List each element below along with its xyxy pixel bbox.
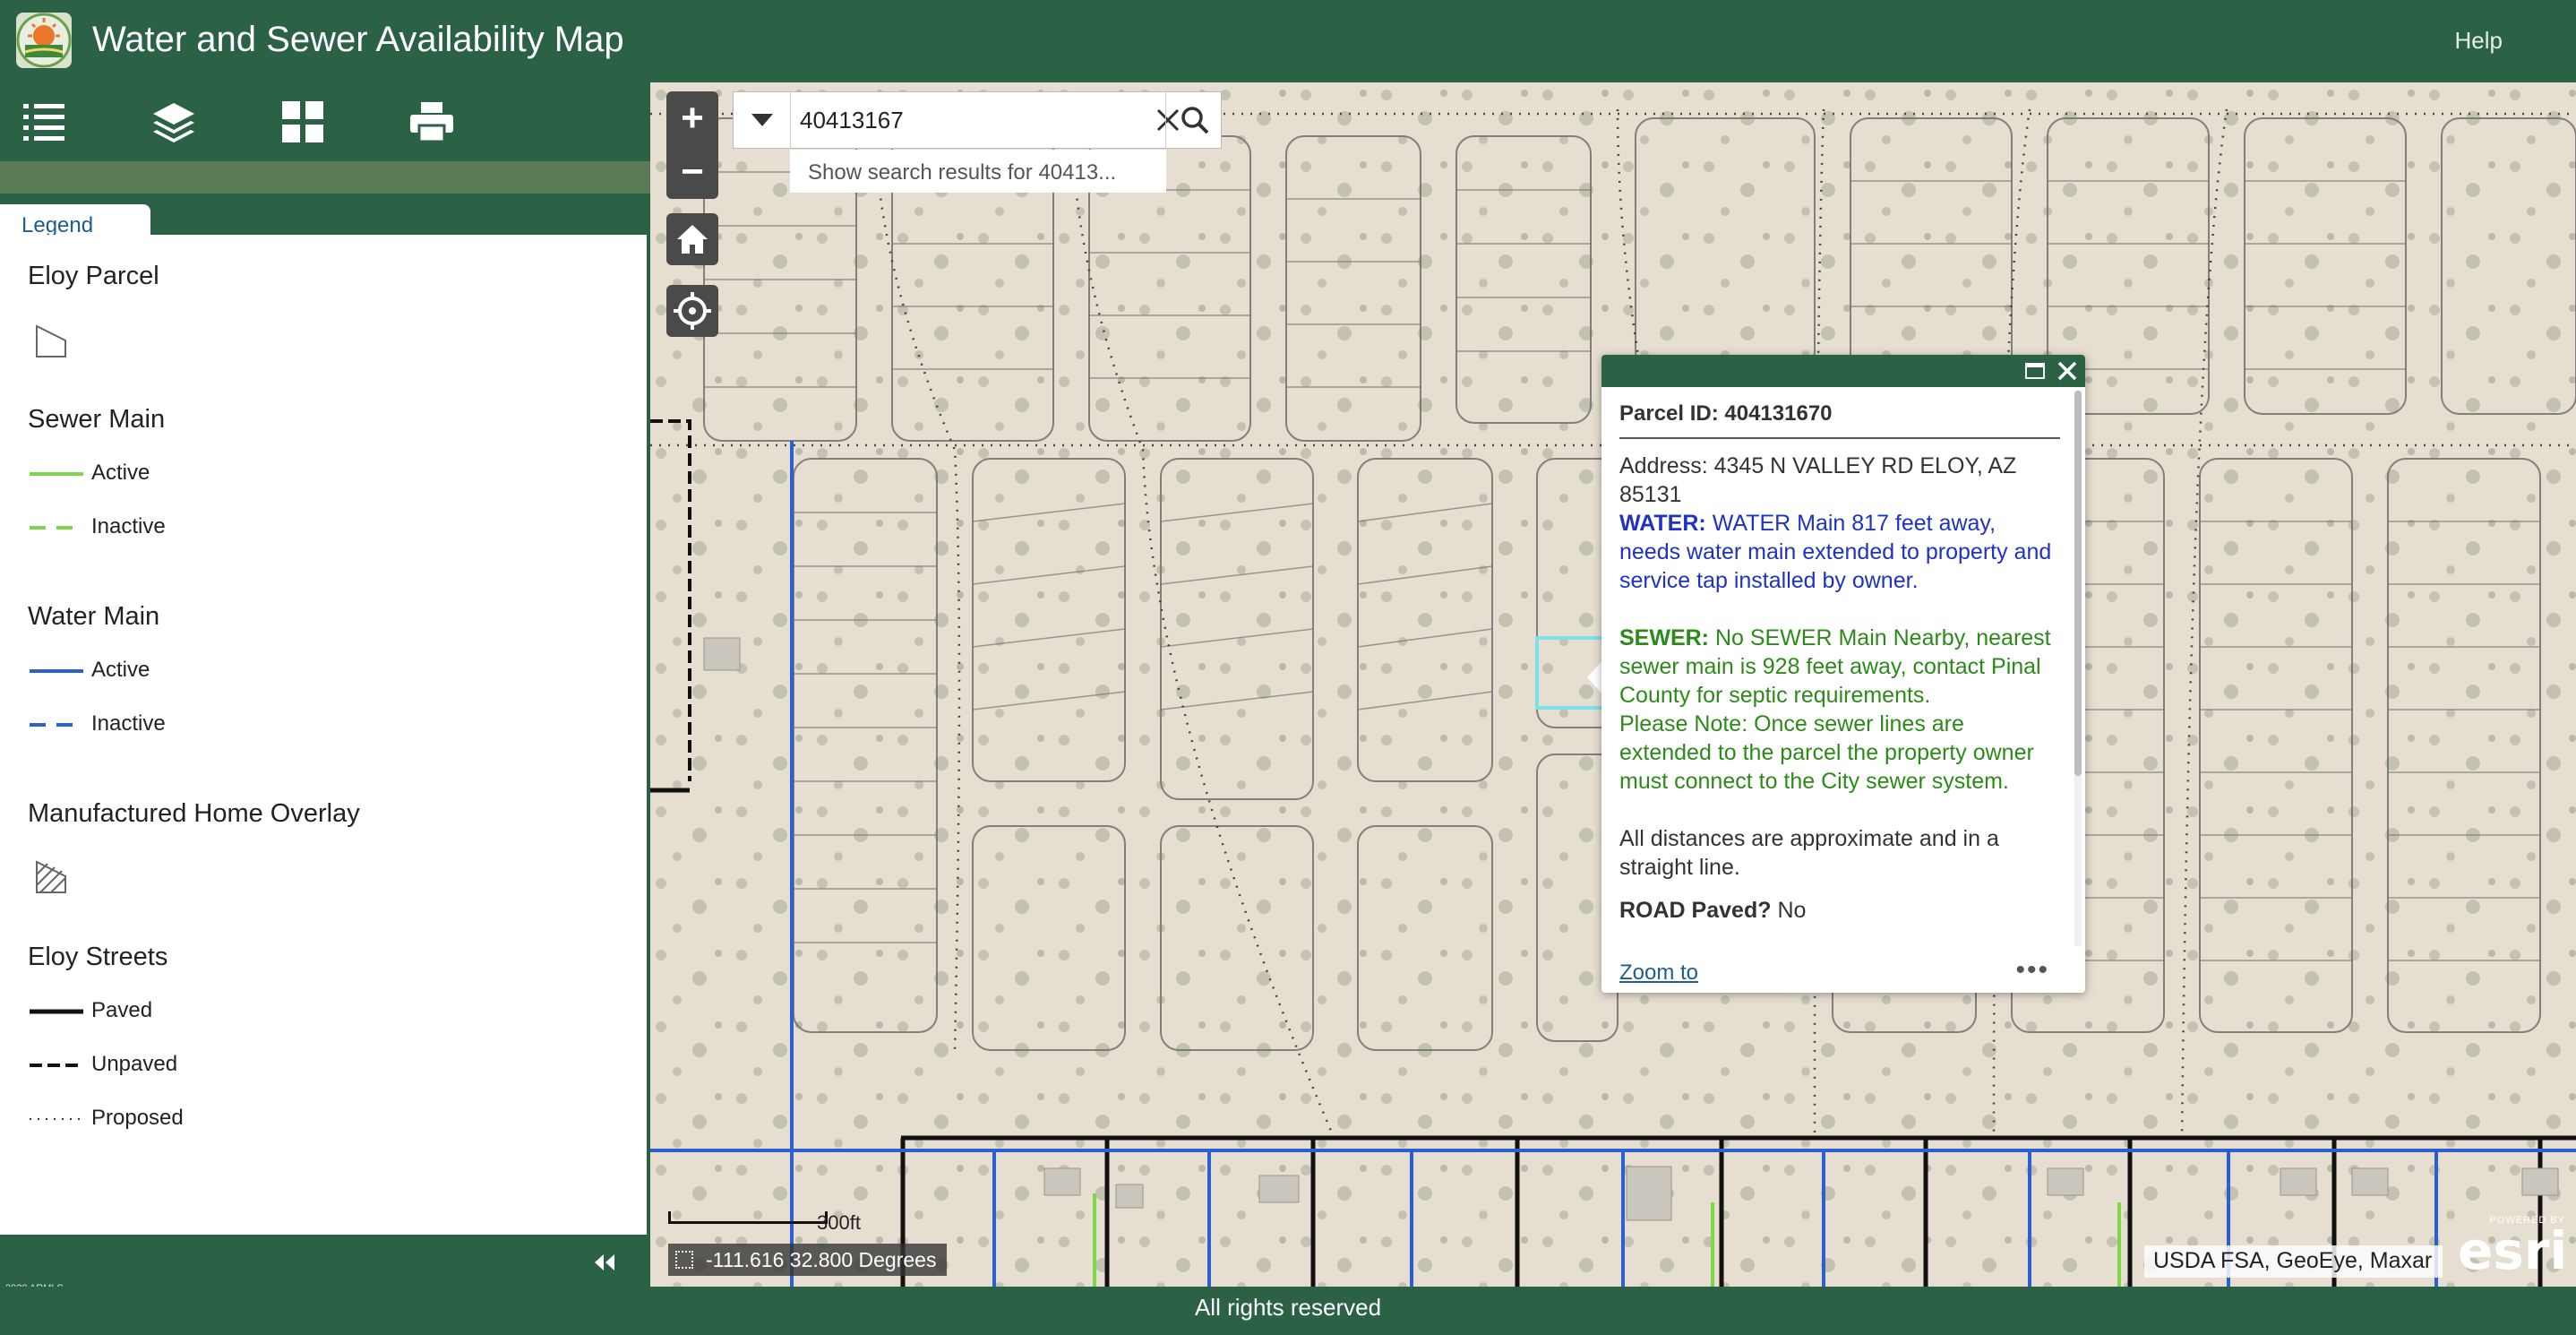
home-icon [677, 225, 708, 254]
coordinate-readout[interactable]: -111.616 32.800 Degrees [668, 1244, 948, 1276]
help-link[interactable]: Help [2455, 27, 2503, 55]
sewer-label: SEWER: [1619, 625, 1709, 650]
app-footer: All rights reserved [0, 1287, 2576, 1335]
distance-note: All distances are approximate and in a s… [1619, 826, 1999, 880]
road-label: ROAD Paved? [1619, 898, 1772, 923]
legend-group-sewer: Sewer Main [28, 405, 166, 434]
street-proposed-swatch-icon [30, 1118, 83, 1120]
zoom-to-link[interactable]: Zoom to [1619, 960, 1698, 986]
locate-button[interactable] [666, 285, 718, 337]
parcel-swatch-icon [36, 324, 66, 357]
search-icon [1181, 107, 1208, 134]
legend-panel: Legend Eloy Parcel Sewer Main Active Ina… [0, 194, 650, 1236]
chevron-down-icon [751, 114, 773, 126]
search-suggestion[interactable]: Show search results for 40413... [790, 150, 1166, 193]
parcel-address: Address: 4345 N VALLEY RD ELOY, AZ 85131 [1619, 453, 2017, 507]
legend-item-water-active: Active [91, 658, 150, 682]
search-source-dropdown[interactable] [734, 92, 791, 148]
street-unpaved-swatch-icon [30, 1064, 83, 1067]
map-attribution: USDA FSA, GeoEye, Maxar [2144, 1245, 2443, 1278]
close-icon[interactable] [2055, 358, 2080, 383]
search-widget [733, 91, 1222, 149]
road-value: No [1777, 898, 1807, 923]
legend-item-sewer-inactive: Inactive [91, 514, 166, 538]
coordinate-text: -111.616 32.800 Degrees [706, 1248, 937, 1271]
water-active-swatch-icon [30, 669, 83, 673]
legend-item-water-inactive: Inactive [91, 711, 166, 736]
legend-list-icon[interactable] [21, 99, 68, 145]
legend-body: Eloy Parcel Sewer Main Active Inactive W… [0, 235, 647, 1235]
zoom-control: + − [666, 91, 718, 199]
popup-header [1601, 355, 2085, 387]
legend-group-streets: Eloy Streets [28, 943, 168, 971]
legend-group-water: Water Main [28, 602, 160, 631]
app-header: Water and Sewer Availability Map Help [0, 0, 2576, 82]
scrollbar-thumb[interactable] [2074, 391, 2082, 776]
popup-scrollbar[interactable] [2074, 391, 2082, 946]
collapse-panel-icon[interactable] [591, 1251, 620, 1276]
city-logo [16, 13, 72, 68]
legend-item-streets-paved: Paved [91, 998, 153, 1022]
road-info: ROAD Paved? No [1619, 896, 2060, 925]
street-paved-swatch-icon [30, 1009, 83, 1014]
toolbar-divider [0, 161, 650, 194]
zoom-out-button[interactable]: − [666, 145, 718, 199]
legend-group-parcel: Eloy Parcel [28, 262, 159, 290]
search-button[interactable] [1165, 92, 1223, 148]
scale-bar [668, 1211, 828, 1224]
locate-icon [674, 292, 711, 330]
legend-item-sewer-active: Active [91, 461, 150, 485]
more-actions-icon[interactable]: ••• [2015, 955, 2049, 986]
parcel-popup: Parcel ID: 404131670 Address: 4345 N VAL… [1601, 355, 2085, 993]
legend-item-streets-proposed: Proposed [91, 1106, 184, 1130]
basemap-grid-icon[interactable] [279, 99, 326, 145]
home-button[interactable] [666, 213, 718, 265]
water-info: WATER: WATER Main 817 feet away, needs w… [1619, 509, 2060, 595]
map-view[interactable]: + − Show search results for 40413... [650, 82, 2576, 1287]
search-input[interactable] [800, 103, 1104, 137]
water-inactive-swatch-icon [30, 723, 83, 727]
hatch-swatch-icon [36, 860, 66, 893]
popup-title: Parcel ID: 404131670 [1619, 400, 2060, 439]
maximize-icon[interactable] [2022, 358, 2048, 383]
legend-item-streets-unpaved: Unpaved [91, 1052, 178, 1076]
legend-group-manufactured-home: Manufactured Home Overlay [28, 799, 360, 828]
sewer-note: Please Note: Once sewer lines are extend… [1619, 711, 2034, 794]
sewer-active-swatch-icon [30, 472, 83, 476]
esri-wordmark: esri [2458, 1220, 2568, 1281]
app-title: Water and Sewer Availability Map [92, 20, 624, 59]
scale-label: 300ft [817, 1211, 861, 1234]
sewer-inactive-swatch-icon [30, 526, 83, 530]
coordinate-icon [675, 1251, 693, 1269]
widget-toolbar [0, 82, 650, 161]
water-label: WATER: [1619, 511, 1706, 536]
zoom-in-button[interactable]: + [666, 91, 718, 145]
print-icon[interactable] [408, 99, 455, 145]
popup-content: Parcel ID: 404131670 Address: 4345 N VAL… [1619, 400, 2060, 925]
layers-icon[interactable] [150, 99, 197, 145]
footer-text: All rights reserved [1194, 1294, 1382, 1321]
esri-logo: POWERED BY esri [2458, 1215, 2568, 1281]
sewer-info: SEWER: No SEWER Main Nearby, nearest sew… [1619, 624, 2060, 710]
